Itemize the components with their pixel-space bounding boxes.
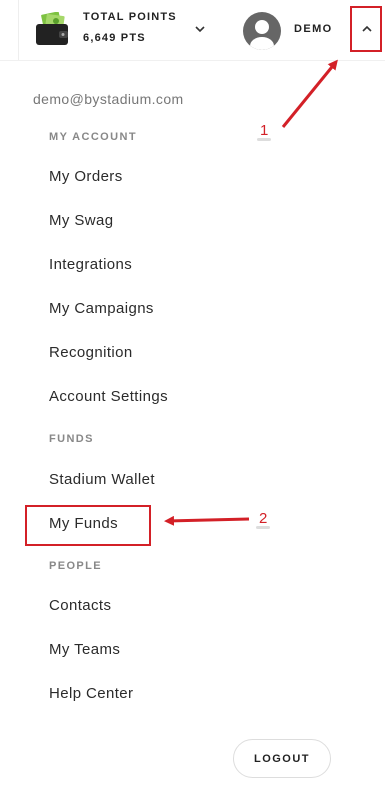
menu-item-help-center[interactable]: Help Center: [49, 685, 133, 702]
total-points-label: TOTAL POINTS: [83, 11, 177, 23]
menu-item-stadium-wallet[interactable]: Stadium Wallet: [49, 471, 155, 488]
section-my-account: MY ACCOUNT: [49, 131, 137, 143]
menu-item-my-swag[interactable]: My Swag: [49, 212, 114, 229]
total-points-value: 6,649 PTS: [83, 32, 146, 44]
callout-number-2: 2: [255, 510, 271, 529]
highlight-box-my-funds: [25, 505, 151, 546]
user-email: demo@bystadium.com: [33, 91, 184, 107]
menu-item-contacts[interactable]: Contacts: [49, 597, 111, 614]
username[interactable]: DEMO: [294, 23, 333, 35]
section-funds: FUNDS: [49, 433, 94, 445]
menu-item-recognition[interactable]: Recognition: [49, 344, 133, 361]
top-bar: TOTAL POINTS 6,649 PTS DEMO: [0, 0, 385, 61]
menu-item-my-orders[interactable]: My Orders: [49, 168, 123, 185]
avatar-icon: [250, 20, 274, 50]
logout-button[interactable]: LOGOUT: [233, 739, 331, 778]
chevron-down-icon[interactable]: [193, 22, 207, 36]
avatar[interactable]: [243, 12, 281, 50]
arrow-1: [281, 59, 338, 128]
callout-number-1: 1: [256, 122, 272, 141]
chevron-up-icon: [362, 25, 372, 32]
account-menu-toggle[interactable]: [350, 6, 382, 52]
wallet-icon[interactable]: [34, 12, 70, 46]
section-people: PEOPLE: [49, 560, 103, 572]
menu-item-my-campaigns[interactable]: My Campaigns: [49, 300, 154, 317]
divider: [18, 0, 19, 60]
menu-item-integrations[interactable]: Integrations: [49, 256, 132, 273]
menu-item-account-settings[interactable]: Account Settings: [49, 388, 168, 405]
menu-item-my-teams[interactable]: My Teams: [49, 641, 120, 658]
arrow-2: [164, 515, 250, 526]
